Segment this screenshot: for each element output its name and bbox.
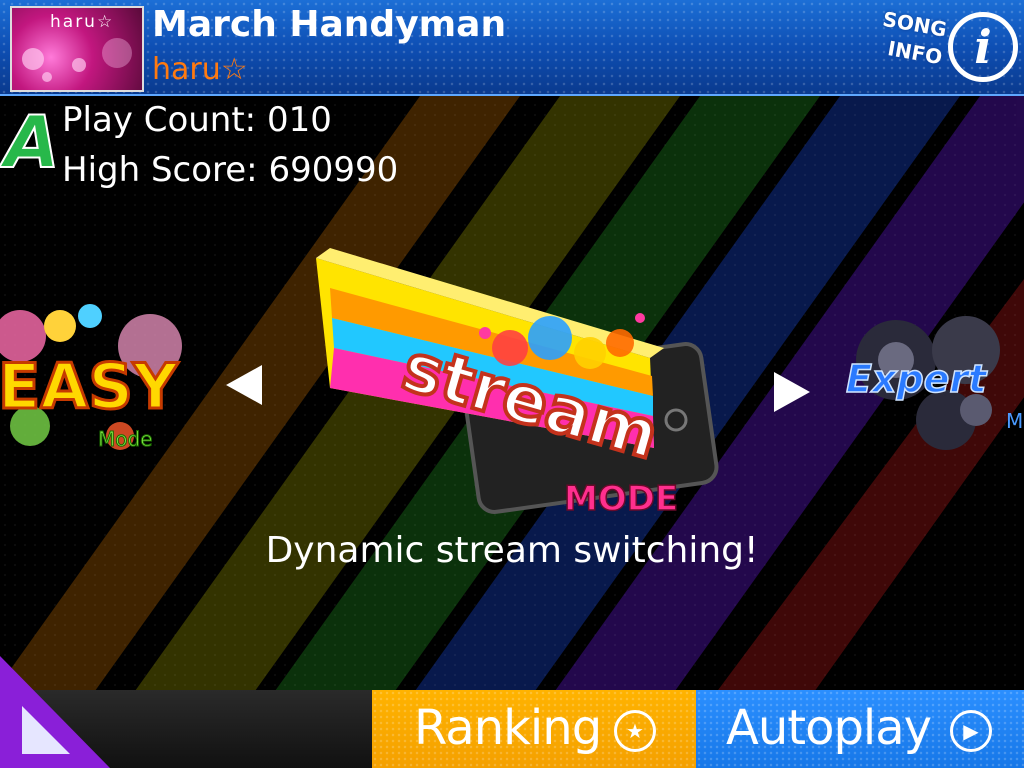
easy-mode-art: EASY Mode: [0, 304, 182, 452]
stream-subtitle: MODE: [564, 479, 678, 519]
expert-title: Expert: [846, 357, 988, 401]
star-icon: ★: [614, 710, 656, 752]
high-score: High Score: 690990: [62, 150, 399, 190]
easy-title: EASY: [0, 350, 179, 423]
expert-mode-option[interactable]: Expert M: [836, 300, 1024, 460]
mode-description: Dynamic stream switching!: [265, 530, 759, 571]
stream-mode-art: stream MODE: [316, 248, 719, 520]
jacket-label: haru☆: [50, 12, 115, 32]
left-arrow-icon[interactable]: [226, 365, 262, 405]
expert-subtitle: M: [1006, 409, 1023, 433]
right-arrow-icon[interactable]: [774, 372, 810, 412]
song-info-label: SONG INFO: [876, 5, 950, 71]
stream-mode-option[interactable]: stream MODE: [310, 248, 720, 528]
autoplay-button[interactable]: Autoplay ▶: [696, 690, 1024, 768]
back-triangle-icon: [0, 656, 110, 768]
song-header: haru☆ March Handyman haru☆ SONG INFO i: [0, 0, 1024, 96]
easy-mode-option[interactable]: EASY Mode: [0, 296, 200, 476]
play-count: Play Count: 010: [62, 100, 332, 140]
song-artist: haru☆: [152, 52, 248, 87]
play-icon: ▶: [950, 710, 992, 752]
expert-mode-art: Expert M: [845, 316, 1023, 450]
song-jacket: haru☆: [10, 6, 144, 92]
ranking-button[interactable]: Ranking ★: [372, 690, 696, 768]
autoplay-label: Autoplay: [726, 700, 932, 756]
song-title: March Handyman: [152, 4, 507, 45]
easy-subtitle: Mode: [98, 427, 153, 451]
info-icon: i: [948, 12, 1018, 82]
bottom-bar: Ranking ★ Autoplay ▶: [0, 656, 1024, 768]
ranking-label: Ranking: [414, 700, 602, 756]
grade-badge: A: [3, 99, 61, 185]
song-info-button[interactable]: SONG INFO i: [876, 4, 1020, 92]
back-button[interactable]: [0, 656, 110, 768]
